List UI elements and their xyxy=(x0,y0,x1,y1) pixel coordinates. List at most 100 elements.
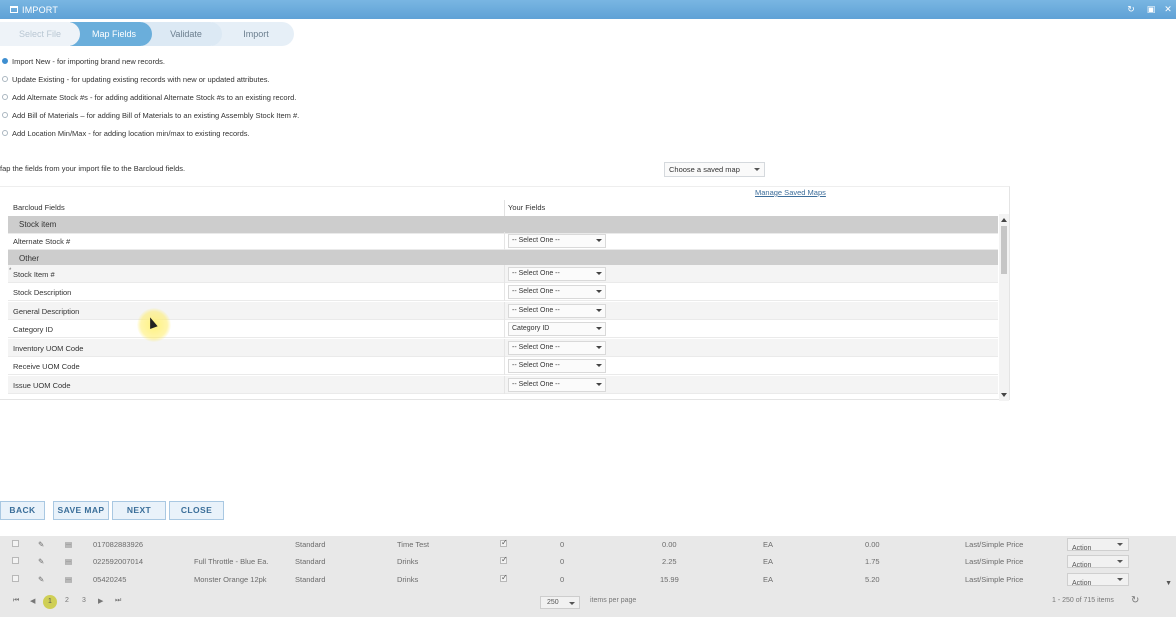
field-name: Alternate Stock # xyxy=(13,237,71,246)
column-divider xyxy=(504,357,505,375)
option-update-existing[interactable]: Update Existing - for updating existing … xyxy=(0,73,270,85)
active-checkbox[interactable] xyxy=(500,555,508,564)
close-button[interactable]: CLOSE xyxy=(169,501,224,520)
item-type: Standard xyxy=(295,557,326,566)
pager-summary: 1 - 250 of 715 items xyxy=(1052,597,1114,604)
grid-header: Barcloud Fields Your Fields xyxy=(0,200,1000,216)
field-mapping-select[interactable]: -- Select One -- xyxy=(508,234,606,248)
pager: ⏮ ◀ 1 2 3 ▶ ⏭ 250 items per page 1 - 250… xyxy=(0,595,1176,611)
next-page-icon[interactable]: ▶ xyxy=(98,597,103,605)
scroll-down-icon[interactable]: ▼ xyxy=(1165,580,1172,587)
costing-method: Last/Simple Price xyxy=(965,540,1024,549)
column-divider xyxy=(504,283,505,301)
scroll-up-icon[interactable] xyxy=(1001,218,1007,222)
chevron-down-icon xyxy=(1117,543,1123,546)
action-label: Action xyxy=(1072,562,1092,569)
scroll-thumb[interactable] xyxy=(1001,226,1007,274)
radio-button[interactable] xyxy=(2,94,8,100)
prev-page-icon[interactable]: ◀ xyxy=(30,597,35,605)
first-page-icon[interactable]: ⏮ xyxy=(13,597,19,605)
step-validate[interactable]: Validate xyxy=(142,22,222,46)
action-dropdown[interactable]: Action xyxy=(1067,555,1129,569)
radio-button[interactable] xyxy=(2,130,8,136)
select-value: Category ID xyxy=(512,325,550,332)
maximize-icon[interactable]: ▣ xyxy=(1146,4,1156,14)
stock-code: 017082883926 xyxy=(93,540,144,549)
back-button[interactable]: BACK xyxy=(0,501,45,520)
costing-method: Last/Simple Price xyxy=(965,575,1024,584)
column-divider xyxy=(504,200,505,216)
field-mapping-select[interactable]: -- Select One -- xyxy=(508,285,606,299)
stock-code: 022592007014 xyxy=(93,557,144,566)
option-add-alternate-stock[interactable]: Add Alternate Stock #s - for adding addi… xyxy=(0,91,296,103)
page-3[interactable]: 3 xyxy=(82,597,86,604)
option-add-location-minmax[interactable]: Add Location Min/Max - for adding locati… xyxy=(0,127,250,139)
scroll-down-icon[interactable] xyxy=(1001,393,1007,397)
option-add-bill-of-materials[interactable]: Add Bill of Materials – for adding Bill … xyxy=(0,109,299,121)
row-checkbox[interactable] xyxy=(12,540,19,547)
item-price: 0.00 xyxy=(662,540,677,549)
list-item[interactable]: ✎ ▤ 017082883926 Standard Time Test 0 0.… xyxy=(0,536,1150,553)
chevron-down-icon xyxy=(1117,560,1123,563)
item-category: Drinks xyxy=(397,575,419,584)
field-mapping-select[interactable]: -- Select One -- xyxy=(508,359,606,373)
active-checkbox[interactable] xyxy=(500,573,508,582)
field-name: Inventory UOM Code xyxy=(13,344,84,353)
group-label: Stock item xyxy=(19,220,57,229)
edit-icon[interactable]: ✎ xyxy=(38,540,44,549)
save-map-button[interactable]: SAVE MAP xyxy=(53,501,109,520)
list-item[interactable]: ✎ ▤ 022592007014 Full Throttle - Blue Ea… xyxy=(0,553,1150,570)
radio-button[interactable] xyxy=(2,58,8,64)
field-mapping-select[interactable]: -- Select One -- xyxy=(508,378,606,392)
items-per-page-select[interactable]: 250 xyxy=(540,596,580,609)
item-uom: EA xyxy=(763,575,774,584)
table-row: Receive UOM Code -- Select One -- xyxy=(8,357,998,375)
step-map-fields[interactable]: Map Fields xyxy=(70,22,152,46)
clipboard-icon[interactable]: ▤ xyxy=(65,557,72,566)
chevron-down-icon xyxy=(754,168,760,171)
field-mapping-select[interactable]: -- Select One -- xyxy=(508,304,606,318)
action-dropdown[interactable]: Action xyxy=(1067,573,1129,587)
step-select-file[interactable]: Select File xyxy=(0,22,80,46)
page-current[interactable]: 1 xyxy=(43,595,57,609)
chevron-down-icon xyxy=(1117,578,1123,581)
chevron-down-icon xyxy=(596,364,602,367)
last-page-icon[interactable]: ⏭ xyxy=(115,597,121,605)
saved-map-select[interactable]: Choose a saved map xyxy=(664,162,765,177)
grid-scrollbar[interactable] xyxy=(999,214,1009,401)
table-row: Issue UOM Code -- Select One -- xyxy=(8,376,998,394)
item-name: Monster Orange 12pk xyxy=(194,575,267,584)
next-button[interactable]: NEXT xyxy=(112,501,166,520)
step-import[interactable]: Import xyxy=(212,22,294,46)
close-icon[interactable]: ✕ xyxy=(1163,4,1173,14)
chevron-down-icon xyxy=(569,602,575,605)
list-item[interactable]: ✎ ▤ 05420245 Monster Orange 12pk Standar… xyxy=(0,571,1150,588)
chevron-down-icon xyxy=(596,309,602,312)
action-dropdown[interactable]: Action xyxy=(1067,538,1129,552)
required-marker: * xyxy=(9,268,12,274)
page-2[interactable]: 2 xyxy=(65,597,69,604)
edit-icon[interactable]: ✎ xyxy=(38,557,44,566)
radio-button[interactable] xyxy=(2,76,8,82)
table-row: Alternate Stock # -- Select One -- xyxy=(8,232,998,250)
row-checkbox[interactable] xyxy=(12,575,19,582)
field-mapping-select[interactable]: -- Select One -- xyxy=(508,267,606,281)
item-cost: 5.20 xyxy=(865,575,880,584)
clipboard-icon[interactable]: ▤ xyxy=(65,575,72,584)
radio-button[interactable] xyxy=(2,112,8,118)
active-checkbox[interactable] xyxy=(500,538,508,547)
edit-icon[interactable]: ✎ xyxy=(38,575,44,584)
select-value: -- Select One -- xyxy=(512,270,560,277)
option-import-new[interactable]: Import New - for importing brand new rec… xyxy=(0,55,165,67)
row-checkbox[interactable] xyxy=(12,557,19,564)
field-mapping-select[interactable]: -- Select One -- xyxy=(508,341,606,355)
refresh-icon[interactable]: ↻ xyxy=(1126,4,1136,14)
action-label: Action xyxy=(1072,580,1092,587)
clipboard-icon[interactable]: ▤ xyxy=(65,540,72,549)
field-name: General Description xyxy=(13,307,80,316)
refresh-icon[interactable]: ↻ xyxy=(1131,595,1139,606)
field-mapping-select[interactable]: Category ID xyxy=(508,322,606,336)
item-category: Time Test xyxy=(397,540,430,549)
chevron-down-icon xyxy=(596,272,602,275)
item-category: Drinks xyxy=(397,557,419,566)
